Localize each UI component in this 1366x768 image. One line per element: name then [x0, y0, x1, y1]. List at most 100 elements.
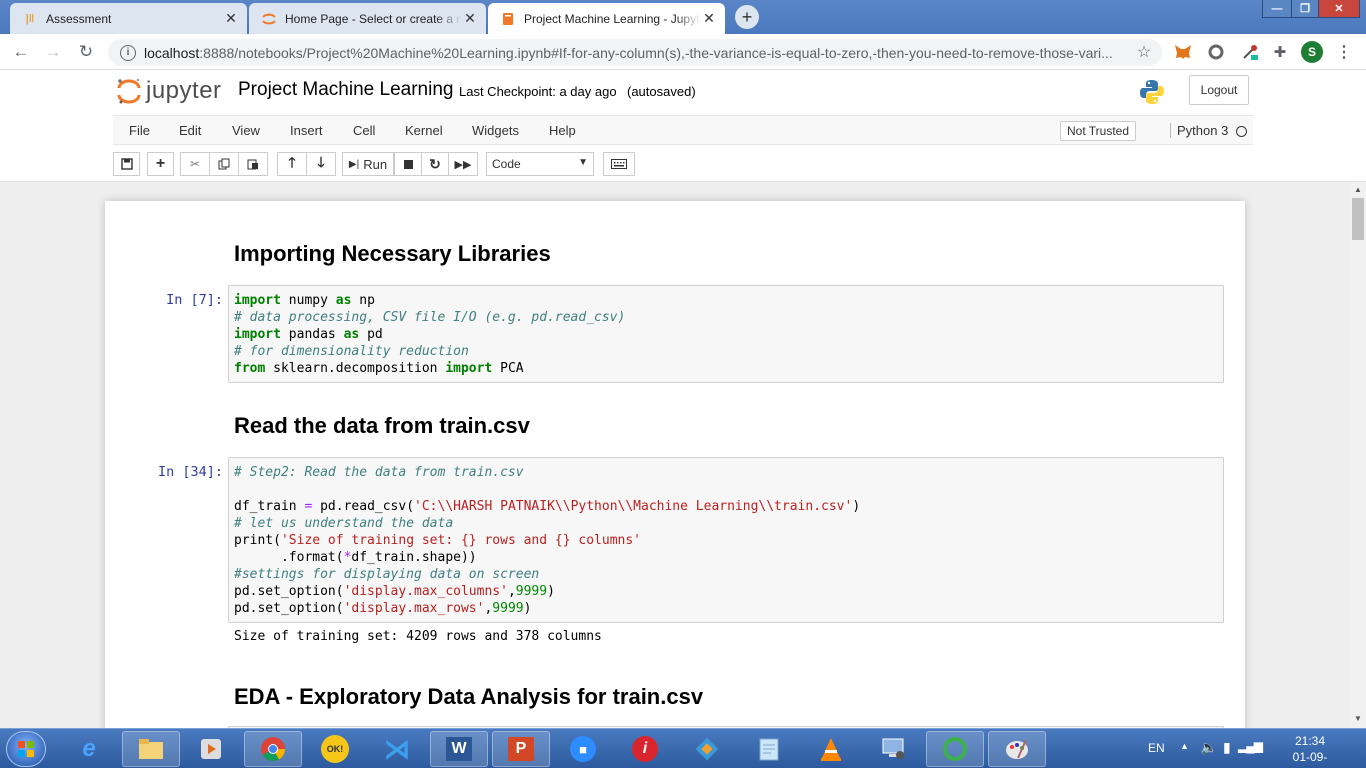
restart-button[interactable]: ↻	[421, 152, 449, 176]
star-icon[interactable]: ☆	[1134, 42, 1154, 62]
extension-circle-icon[interactable]	[1206, 42, 1226, 62]
zoom-icon[interactable]: ■	[554, 731, 612, 767]
menu-kernel[interactable]: Kernel	[405, 123, 443, 138]
media-player-icon[interactable]	[182, 731, 240, 767]
notebook-container: Importing Necessary Libraries In [7]: im…	[105, 201, 1245, 728]
info-icon[interactable]: i	[120, 44, 136, 61]
logout-button[interactable]: Logout	[1189, 75, 1249, 105]
new-tab-button[interactable]: +	[735, 5, 759, 29]
vlc-icon[interactable]	[802, 731, 860, 767]
powerpoint-icon[interactable]: P	[492, 731, 550, 767]
battery-icon[interactable]: ▮	[1223, 739, 1231, 756]
step-forward-icon: ▶|	[348, 158, 360, 170]
url-host: localhost	[144, 44, 200, 61]
more-vert-icon[interactable]: ⋮	[1334, 42, 1354, 62]
command-palette-button[interactable]	[603, 152, 635, 176]
move-down-button[interactable]: 🡓	[306, 152, 336, 176]
menu-widgets[interactable]: Widgets	[472, 123, 519, 138]
arrow-down-icon: 🡓	[317, 154, 325, 170]
internet-explorer-icon[interactable]: e	[60, 731, 118, 767]
interrupt-button[interactable]	[394, 152, 422, 176]
code-cell[interactable]: # Step2: Read the data from train.csv df…	[228, 457, 1224, 623]
markdown-heading[interactable]: Read the data from train.csv	[234, 413, 530, 439]
network-signal-icon[interactable]: ▂▄▆	[1238, 739, 1263, 753]
git-icon[interactable]	[678, 731, 736, 767]
clock-date: 01-09-2020	[1292, 750, 1328, 768]
copy-icon	[218, 158, 230, 170]
file-explorer-icon[interactable]	[122, 731, 180, 767]
kernel-idle-indicator	[1236, 126, 1247, 137]
close-window-button[interactable]: ✕	[1318, 0, 1360, 18]
menu-help[interactable]: Help	[549, 123, 576, 138]
url-field[interactable]: i localhost:8888/notebooks/Project%20Mac…	[108, 39, 1162, 66]
language-indicator[interactable]: EN	[1148, 741, 1165, 755]
code-line: import pandas as pd	[234, 327, 383, 342]
tab-home-page[interactable]: Home Page - Select or create a n ✕	[249, 3, 486, 34]
maximize-button[interactable]: ❐	[1291, 0, 1319, 18]
refresh-app-icon[interactable]	[926, 731, 984, 767]
keyboard-icon	[611, 159, 627, 169]
code-line: df_train = pd.read_csv('C:\\HARSH PATNAI…	[234, 499, 861, 514]
eyedropper-icon[interactable]	[1240, 42, 1260, 62]
code-line: from sklearn.decomposition import PCA	[234, 361, 524, 376]
not-trusted-badge[interactable]: Not Trusted	[1060, 121, 1137, 141]
show-hidden-icons-icon[interactable]: ▲	[1180, 741, 1189, 751]
run-button[interactable]: ▶| Run	[342, 152, 394, 176]
code-line: pd.set_option('display.max_rows',9999)	[234, 601, 532, 616]
avatar[interactable]: S	[1301, 41, 1323, 63]
notepad-icon[interactable]	[740, 731, 798, 767]
chrome-icon[interactable]	[244, 731, 302, 767]
forward-arrow-icon[interactable]: →	[42, 41, 64, 63]
metamask-icon[interactable]	[1173, 42, 1193, 62]
cell-prompt: In [7]:	[166, 292, 223, 308]
move-up-button[interactable]: 🡑	[277, 152, 307, 176]
clock[interactable]: 21:34 01-09-2020	[1280, 733, 1340, 768]
jupyter-header: jupyter Project Machine Learning Last Ch…	[0, 70, 1366, 182]
cell-type-select[interactable]: Code ▼	[486, 152, 594, 176]
copy-button[interactable]	[209, 152, 239, 176]
network-pc-icon[interactable]	[864, 731, 922, 767]
vscode-icon[interactable]: ⋊	[368, 731, 426, 767]
minimize-button[interactable]: —	[1262, 0, 1292, 18]
start-button[interactable]	[6, 731, 46, 767]
notebook-area[interactable]: Importing Necessary Libraries In [7]: im…	[0, 182, 1350, 728]
back-arrow-icon[interactable]: ←	[10, 41, 32, 63]
tab-project-machine-learning[interactable]: Project Machine Learning - Jupyt ✕	[488, 3, 725, 34]
menu-file[interactable]: File	[129, 123, 150, 138]
code-cell[interactable]: import numpy as np # data processing, CS…	[228, 285, 1224, 383]
cut-button[interactable]: ✂	[180, 152, 210, 176]
url-path: :8888/notebooks/Project%20Machine%20Lear…	[199, 44, 1113, 61]
menu-cell[interactable]: Cell	[353, 123, 375, 138]
windows-logo-icon	[18, 741, 34, 757]
scrollbar-thumb[interactable]	[1352, 198, 1364, 240]
puzzle-icon[interactable]: ✚	[1270, 42, 1290, 62]
tab-assessment[interactable]: |‖ Assessment ✕	[10, 3, 247, 34]
restart-run-all-button[interactable]: ▶▶	[448, 152, 478, 176]
menu-edit[interactable]: Edit	[179, 123, 201, 138]
notebook-name[interactable]: Project Machine Learning	[238, 79, 453, 101]
code-line: print('Size of training set: {} rows and…	[234, 533, 641, 548]
word-icon[interactable]: W	[430, 731, 488, 767]
save-button[interactable]	[113, 152, 140, 176]
insert-cell-button[interactable]: +	[147, 152, 174, 176]
vertical-scrollbar[interactable]: ▲ ▼	[1350, 182, 1366, 728]
menu-view[interactable]: View	[232, 123, 260, 138]
jupyter-logo[interactable]: jupyter	[116, 76, 222, 106]
scroll-up-icon[interactable]: ▲	[1354, 185, 1362, 194]
paste-button[interactable]	[238, 152, 268, 176]
notebook-favicon-icon	[500, 11, 516, 27]
markdown-heading[interactable]: Importing Necessary Libraries	[234, 241, 551, 267]
volume-icon[interactable]: 🔈	[1200, 739, 1217, 756]
close-icon[interactable]: ✕	[223, 10, 239, 27]
close-icon[interactable]: ✕	[462, 10, 478, 27]
ok-app-icon[interactable]: OK!	[306, 731, 364, 767]
menu-insert[interactable]: Insert	[290, 123, 323, 138]
stop-icon	[403, 159, 413, 169]
info-app-icon[interactable]: i	[616, 731, 674, 767]
markdown-heading[interactable]: EDA - Exploratory Data Analysis for trai…	[234, 684, 703, 710]
reload-icon[interactable]: ↻	[75, 41, 97, 63]
scroll-down-icon[interactable]: ▼	[1354, 714, 1362, 723]
close-icon[interactable]: ✕	[701, 10, 717, 27]
paint-icon[interactable]	[988, 731, 1046, 767]
